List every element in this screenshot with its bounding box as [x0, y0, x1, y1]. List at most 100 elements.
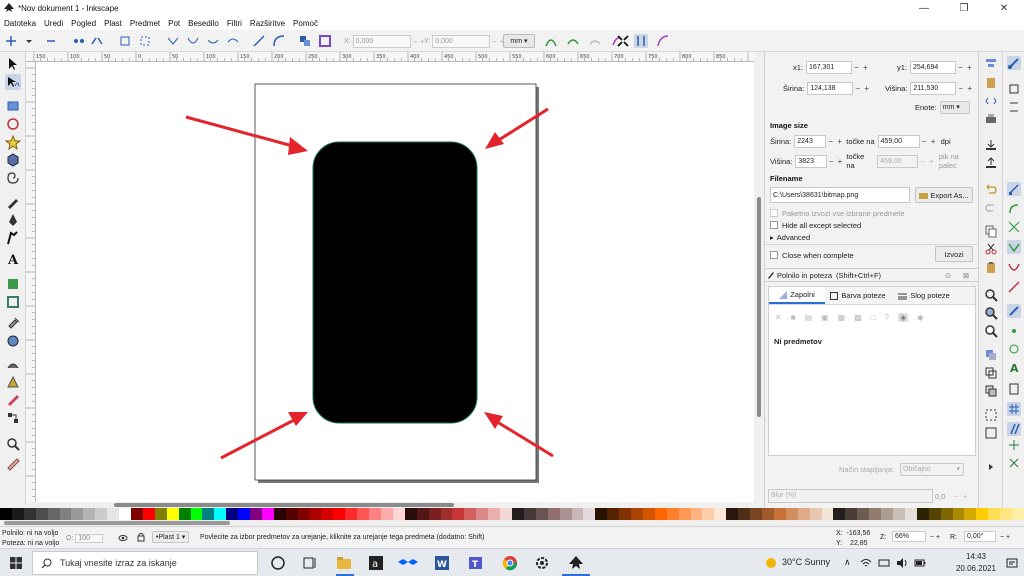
- color-swatch[interactable]: [464, 508, 477, 520]
- node-auto-icon[interactable]: [226, 34, 240, 48]
- rectangle-tool-icon[interactable]: [5, 98, 21, 114]
- maximize-button[interactable]: ❐: [944, 0, 984, 16]
- delete-node-icon[interactable]: [44, 34, 58, 48]
- color-palette[interactable]: [0, 508, 1024, 520]
- transform-handles-icon[interactable]: [616, 34, 630, 48]
- color-swatch[interactable]: [154, 508, 167, 520]
- color-swatch[interactable]: [869, 508, 882, 520]
- selector-tool-icon[interactable]: [5, 56, 21, 72]
- color-swatch[interactable]: [333, 508, 346, 520]
- node-smooth-icon[interactable]: [186, 34, 200, 48]
- export-width-increment[interactable]: +: [862, 84, 871, 93]
- object-to-path-icon[interactable]: [298, 34, 312, 48]
- snap-bbox-icon[interactable]: [1007, 82, 1021, 96]
- color-swatch[interactable]: [500, 508, 512, 520]
- color-swatch[interactable]: [428, 508, 441, 520]
- ungroup-icon[interactable]: [984, 426, 998, 440]
- drawing-canvas[interactable]: [36, 62, 754, 502]
- export-height-increment[interactable]: +: [965, 84, 974, 93]
- batch-export-checkbox[interactable]: [770, 209, 778, 217]
- color-swatch[interactable]: [369, 508, 381, 520]
- dialog-close-icon[interactable]: ⊠: [963, 271, 969, 280]
- color-swatch[interactable]: [642, 508, 655, 520]
- settings-gear-icon[interactable]: [532, 553, 552, 573]
- tray-chevron-icon[interactable]: ∧: [844, 557, 851, 568]
- opacity-input[interactable]: 100: [75, 534, 104, 543]
- color-swatch[interactable]: [226, 508, 239, 520]
- 3d-box-tool-icon[interactable]: [5, 152, 21, 168]
- segment-line-icon[interactable]: [252, 34, 266, 48]
- import-icon[interactable]: [984, 138, 998, 152]
- align-distribute-icon[interactable]: [984, 56, 998, 70]
- insert-node-icon[interactable]: [4, 34, 18, 48]
- linear-gradient-icon[interactable]: ▤: [805, 313, 813, 322]
- dropdown-icon[interactable]: [22, 34, 36, 48]
- color-swatch[interactable]: [821, 508, 834, 520]
- color-swatch[interactable]: [952, 508, 965, 520]
- no-paint-icon[interactable]: ✕: [775, 313, 782, 322]
- color-swatch[interactable]: [762, 508, 774, 520]
- paste-icon[interactable]: [984, 260, 998, 274]
- x1-decrement[interactable]: −: [852, 63, 861, 72]
- hide-except-checkbox[interactable]: [770, 221, 778, 229]
- zoom-stepper[interactable]: − +: [930, 534, 940, 541]
- spiral-tool-icon[interactable]: [5, 170, 21, 186]
- image-height-decrement[interactable]: −: [827, 157, 836, 166]
- color-swatch[interactable]: [11, 508, 24, 520]
- zoom-tool-icon[interactable]: [5, 436, 21, 452]
- fill-indicator[interactable]: Polnilo: ni na voljo: [2, 530, 58, 537]
- color-swatch[interactable]: [35, 508, 48, 520]
- color-swatch[interactable]: [976, 508, 989, 520]
- redo-icon[interactable]: [984, 200, 998, 214]
- y-decrement[interactable]: −: [490, 37, 498, 46]
- image-height-input[interactable]: 3823: [795, 154, 827, 168]
- color-swatch[interactable]: [547, 508, 560, 520]
- copy-icon[interactable]: [984, 224, 998, 238]
- color-swatch[interactable]: [190, 508, 203, 520]
- color-swatch[interactable]: [23, 508, 36, 520]
- snap-guides-icon[interactable]: [1007, 422, 1021, 436]
- rotation-input[interactable]: 0,00°: [964, 531, 996, 542]
- document-properties-icon[interactable]: [984, 76, 998, 90]
- minimize-button[interactable]: —: [904, 0, 944, 16]
- color-swatch[interactable]: [690, 508, 703, 520]
- color-swatch[interactable]: [833, 508, 846, 520]
- color-swatch[interactable]: [702, 508, 715, 520]
- snap-midpoints-icon[interactable]: [1007, 280, 1021, 294]
- spray-tool-icon[interactable]: [5, 276, 21, 292]
- x-decrement[interactable]: −: [411, 37, 419, 46]
- color-swatch[interactable]: [238, 508, 251, 520]
- pen-tool-icon[interactable]: [5, 212, 21, 228]
- dropper-tool-icon[interactable]: [5, 314, 21, 330]
- battery-icon[interactable]: [914, 557, 926, 569]
- color-swatch[interactable]: [47, 508, 60, 520]
- color-swatch[interactable]: [523, 508, 536, 520]
- mesh-tool-icon[interactable]: [5, 392, 21, 408]
- show-handles-icon[interactable]: [634, 34, 648, 48]
- color-swatch[interactable]: [95, 508, 108, 520]
- color-swatch[interactable]: [607, 508, 620, 520]
- dialog-pin-icon[interactable]: ⊙: [945, 271, 951, 280]
- text-tool-icon[interactable]: A: [5, 250, 21, 266]
- image-width-decrement[interactable]: −: [826, 137, 835, 146]
- join-nodes-icon[interactable]: [72, 34, 86, 48]
- cortana-icon[interactable]: [268, 553, 288, 573]
- color-swatch[interactable]: [678, 508, 691, 520]
- color-swatch[interactable]: [59, 508, 72, 520]
- export-button[interactable]: Izvozi: [935, 246, 973, 262]
- y1-decrement[interactable]: −: [956, 63, 965, 72]
- color-swatch[interactable]: [83, 508, 96, 520]
- zoom-tool-icon-alt[interactable]: [5, 374, 21, 390]
- canvas-vertical-scrollbar[interactable]: [754, 52, 764, 505]
- color-swatch[interactable]: [119, 508, 131, 520]
- segment-curve-icon[interactable]: [272, 34, 286, 48]
- color-swatch[interactable]: [214, 508, 227, 520]
- menu-text[interactable]: Besedilo: [188, 19, 219, 28]
- dpi-decrement[interactable]: −: [920, 137, 929, 146]
- x1-input[interactable]: 167,301: [806, 60, 853, 74]
- join-segment-icon[interactable]: [118, 34, 132, 48]
- color-swatch[interactable]: [166, 508, 179, 520]
- advanced-expander[interactable]: ▸ Advanced: [770, 230, 810, 244]
- node-cusp-icon[interactable]: [166, 34, 180, 48]
- inkscape-taskbar-icon[interactable]: [566, 553, 586, 573]
